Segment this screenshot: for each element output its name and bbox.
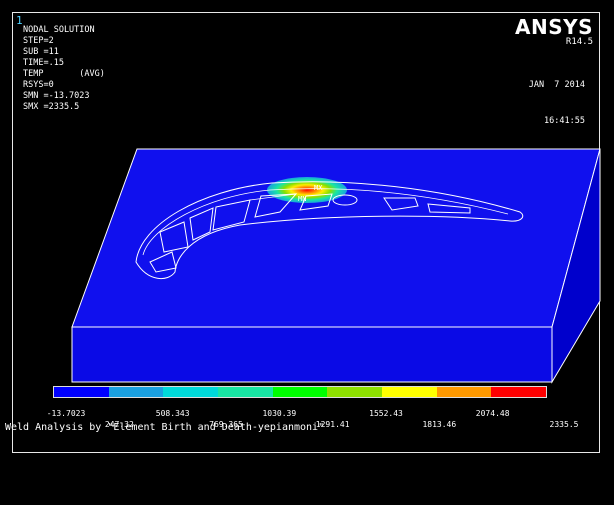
legend-swatch [108,387,164,397]
legend-tick-upper: 2074.48 [475,409,510,418]
legend-tick-upper: 1030.39 [262,409,297,418]
legend-swatch [327,387,383,397]
legend-swatch [382,387,437,397]
legend-tick-lower: 1813.46 [422,420,457,429]
legend-swatch [272,387,328,397]
legend-tick-lower: 2335.5 [549,420,579,429]
min-marker: MN [298,195,306,203]
legend-tick-upper: 1552.43 [369,409,403,418]
plate-front-face [71,326,553,383]
legend-swatch [54,387,109,397]
max-marker: MX [314,184,323,192]
legend-swatch [436,387,492,397]
plate-top-face [71,148,601,328]
legend-swatch [218,387,273,397]
plot-caption: Weld Analysis by "Element Birth and Deat… [5,422,325,433]
legend-tick-upper: 508.343 [155,409,190,418]
heat-zone [267,177,347,203]
color-legend [53,386,547,410]
legend-color-bar [53,386,547,398]
legend-swatch [491,387,547,397]
legend-swatch [163,387,219,397]
legend-tick-upper: -13.7023 [46,409,86,418]
